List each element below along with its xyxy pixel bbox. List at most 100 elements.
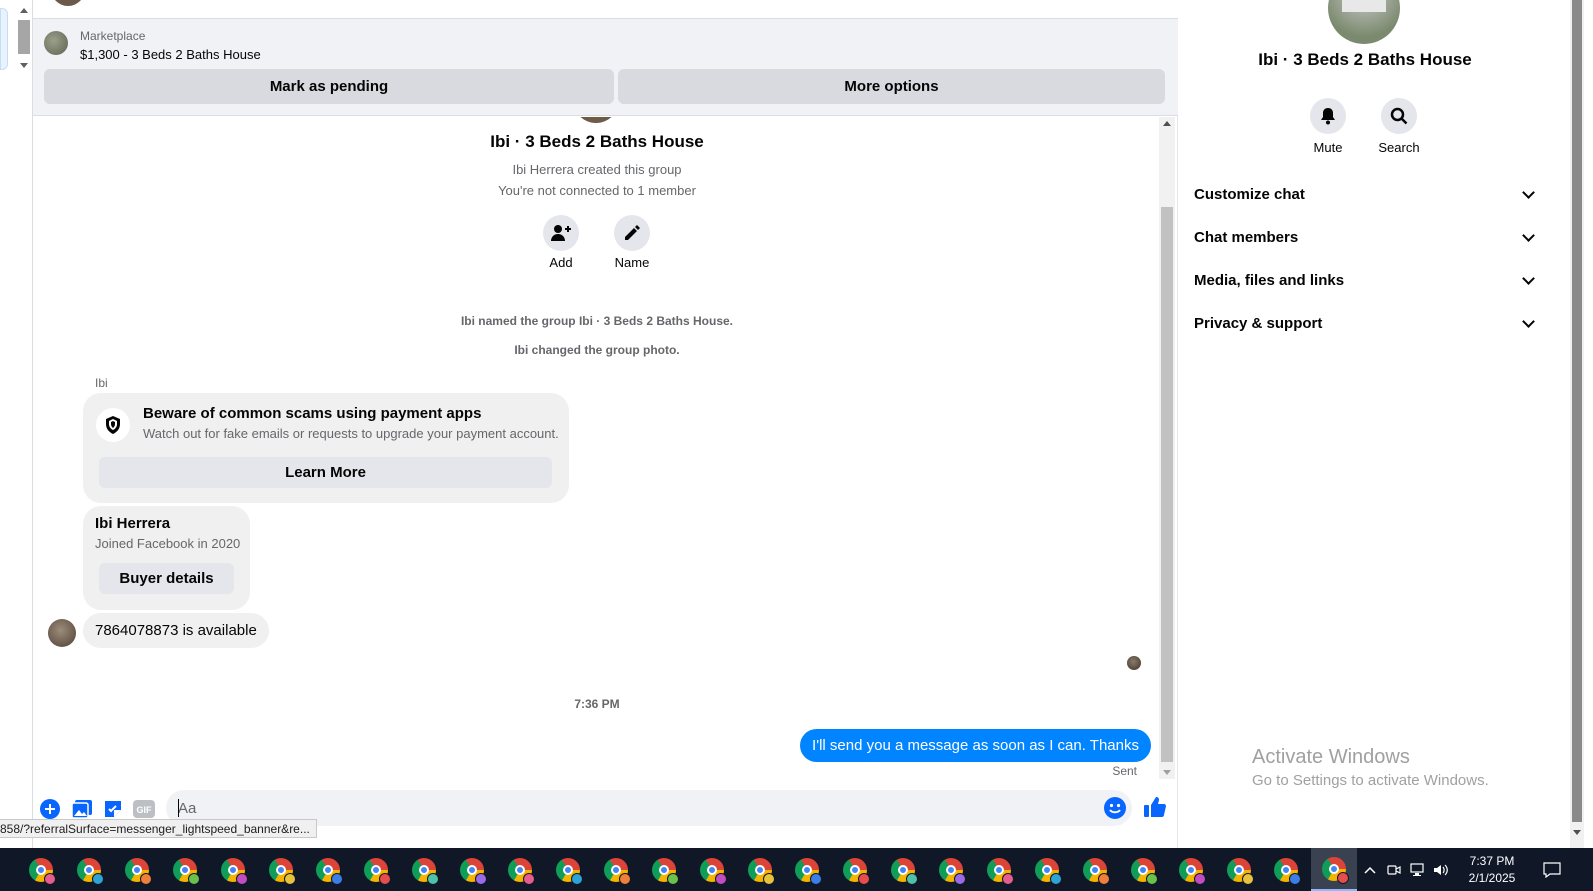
marketplace-label: Marketplace bbox=[80, 29, 146, 43]
svg-text:GIF: GIF bbox=[137, 805, 153, 815]
chrome-icon bbox=[221, 857, 248, 885]
taskbar-chrome-window[interactable] bbox=[1216, 848, 1262, 891]
incoming-message-bubble[interactable]: 7864078873 is available bbox=[83, 613, 269, 648]
system-message: Ibi changed the group photo. bbox=[514, 343, 680, 357]
more-options-button[interactable]: More options bbox=[618, 69, 1165, 104]
scroll-down-arrow-icon[interactable] bbox=[1163, 770, 1171, 775]
taskbar-chrome-window[interactable] bbox=[401, 848, 447, 891]
meet-now-icon[interactable] bbox=[1384, 848, 1404, 891]
link-preview-status: 858/?referralSurface=messenger_lightspee… bbox=[0, 819, 317, 838]
taskbar-chrome-window[interactable] bbox=[305, 848, 351, 891]
header-top-strip bbox=[33, 0, 1178, 19]
taskbar-chrome-window[interactable] bbox=[1120, 848, 1166, 891]
mute-button[interactable]: Mute bbox=[1293, 98, 1363, 155]
profile-badge-icon bbox=[1002, 872, 1014, 885]
rename-group-button[interactable] bbox=[614, 215, 650, 251]
taskbar-chrome-window[interactable] bbox=[641, 848, 687, 891]
scroll-thumb[interactable] bbox=[1572, 0, 1582, 822]
taskbar-chrome-window[interactable] bbox=[162, 848, 208, 891]
taskbar-chrome-window[interactable] bbox=[784, 848, 830, 891]
notification-icon[interactable] bbox=[1532, 848, 1572, 891]
network-icon[interactable] bbox=[1406, 848, 1428, 891]
mark-as-pending-button[interactable]: Mark as pending bbox=[44, 69, 614, 104]
search-button[interactable]: Search bbox=[1364, 98, 1434, 155]
taskbar-chrome-window[interactable] bbox=[880, 848, 926, 891]
taskbar-chrome-window[interactable] bbox=[18, 848, 64, 891]
chevron-up-icon[interactable] bbox=[1358, 848, 1382, 891]
taskbar-chrome-window[interactable] bbox=[258, 848, 304, 891]
panel-group-title: Ibi · 3 Beds 2 Baths House bbox=[1258, 50, 1472, 69]
taskbar-chrome-window[interactable] bbox=[1168, 848, 1214, 891]
sticker-icon[interactable] bbox=[102, 798, 124, 820]
clock-time: 7:37 PM bbox=[1469, 853, 1515, 868]
taskbar-chrome-window[interactable] bbox=[1311, 848, 1357, 891]
listing-title[interactable]: $1,300 - 3 Beds 2 Baths House bbox=[80, 47, 261, 62]
taskbar-chrome-window[interactable] bbox=[1072, 848, 1118, 891]
taskbar-chrome-window[interactable] bbox=[1024, 848, 1070, 891]
message-list: Ibi · 3 Beds 2 Baths House Ibi Herrera c… bbox=[33, 117, 1161, 781]
buyer-card: Ibi Herrera Joined Facebook in 2020 Buye… bbox=[83, 506, 250, 610]
add-person-icon bbox=[551, 225, 571, 241]
profile-badge-icon bbox=[858, 872, 870, 885]
taskbar-chrome-window[interactable] bbox=[353, 848, 399, 891]
section-privacy-support[interactable]: Privacy & support bbox=[1194, 305, 1539, 341]
chrome-icon bbox=[460, 857, 487, 885]
taskbar-chrome-window[interactable] bbox=[449, 848, 495, 891]
gif-icon[interactable]: GIF bbox=[133, 798, 155, 820]
scroll-up-arrow-icon[interactable] bbox=[20, 8, 28, 13]
chrome-icon bbox=[125, 857, 152, 885]
taskbar-chrome-window[interactable] bbox=[210, 848, 256, 891]
scroll-thumb[interactable] bbox=[18, 20, 30, 54]
group-photo[interactable] bbox=[1328, 0, 1400, 44]
section-chat-members[interactable]: Chat members bbox=[1194, 219, 1539, 255]
section-label: Privacy & support bbox=[1194, 314, 1323, 332]
plus-circle-icon[interactable] bbox=[39, 798, 61, 820]
taskbar-chrome-window[interactable] bbox=[114, 848, 160, 891]
outgoing-message-bubble[interactable]: I'll send you a message as soon as I can… bbox=[800, 729, 1151, 762]
chrome-icon bbox=[77, 857, 104, 885]
chrome-icon bbox=[316, 857, 343, 885]
activate-windows-title: Activate Windows bbox=[1252, 746, 1410, 768]
system-clock[interactable]: 7:37 PM 2/1/2025 bbox=[1456, 848, 1528, 891]
scroll-down-arrow-icon[interactable] bbox=[20, 63, 28, 68]
scroll-thumb[interactable] bbox=[1161, 207, 1173, 762]
windows-taskbar: 7:37 PM 2/1/2025 bbox=[0, 848, 1593, 891]
taskbar-chrome-window[interactable] bbox=[689, 848, 735, 891]
profile-badge-icon bbox=[140, 872, 152, 885]
taskbar-chrome-window[interactable] bbox=[737, 848, 783, 891]
section-label: Chat members bbox=[1194, 228, 1299, 246]
scroll-down-arrow-icon[interactable] bbox=[1573, 830, 1581, 835]
profile-badge-icon bbox=[667, 872, 679, 885]
profile-badge-icon bbox=[331, 872, 343, 885]
section-media-files-links[interactable]: Media, files and links bbox=[1194, 262, 1539, 298]
add-member-button[interactable] bbox=[543, 215, 579, 251]
learn-more-button[interactable]: Learn More bbox=[99, 457, 552, 488]
scroll-up-arrow-icon[interactable] bbox=[1163, 121, 1171, 126]
buyer-details-button[interactable]: Buyer details bbox=[99, 563, 234, 594]
thumbs-up-icon[interactable] bbox=[1144, 796, 1166, 818]
chrome-icon bbox=[1274, 857, 1301, 885]
section-customize-chat[interactable]: Customize chat bbox=[1194, 176, 1539, 212]
emoji-icon[interactable] bbox=[1104, 797, 1126, 819]
image-icon[interactable] bbox=[71, 798, 93, 820]
taskbar-chrome-window[interactable] bbox=[497, 848, 543, 891]
taskbar-chrome-window[interactable] bbox=[928, 848, 974, 891]
scam-warning-card: Beware of common scams using payment app… bbox=[83, 393, 569, 503]
chat-scrollbar[interactable] bbox=[1159, 117, 1175, 779]
taskbar-chrome-window[interactable] bbox=[593, 848, 639, 891]
message-input[interactable] bbox=[178, 798, 1078, 818]
avatar[interactable] bbox=[48, 619, 76, 647]
chrome-icon bbox=[604, 857, 631, 885]
taskbar-chrome-window[interactable] bbox=[976, 848, 1022, 891]
volume-icon[interactable] bbox=[1430, 848, 1452, 891]
scam-warning-text: Watch out for fake emails or requests to… bbox=[143, 426, 559, 441]
listing-thumbnail[interactable] bbox=[44, 31, 68, 55]
taskbar-chrome-window[interactable] bbox=[832, 848, 878, 891]
seen-by-avatar bbox=[1127, 656, 1141, 670]
taskbar-chrome-window[interactable] bbox=[1263, 848, 1309, 891]
taskbar-chrome-window[interactable] bbox=[545, 848, 591, 891]
left-mini-scrollbar[interactable] bbox=[17, 4, 31, 72]
taskbar-chrome-window[interactable] bbox=[66, 848, 112, 891]
marketplace-header: Marketplace $1,300 - 3 Beds 2 Baths Hous… bbox=[33, 0, 1178, 116]
page-scrollbar[interactable] bbox=[1568, 0, 1593, 848]
